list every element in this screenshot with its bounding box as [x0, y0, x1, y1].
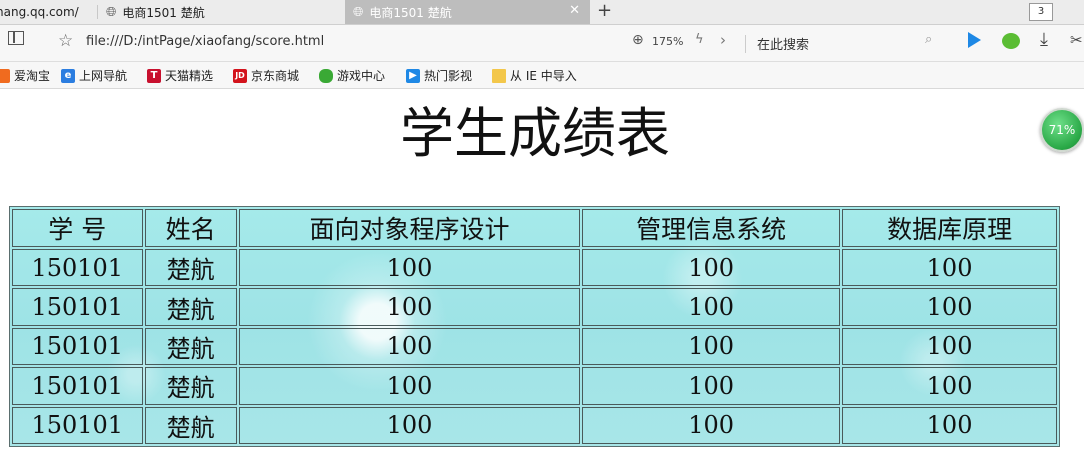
bookmark-item[interactable]: 从 IE 中导入 — [492, 67, 577, 84]
table-cell: 150101 — [12, 288, 143, 326]
tab-bar: hang.qq.com/ 🌐︎ 电商1501 楚航 🌐︎ 电商1501 楚航 ✕… — [0, 0, 1084, 25]
browser-tab-active[interactable]: 🌐︎ 电商1501 楚航 ✕ — [345, 0, 590, 24]
table-cell: 100 — [582, 367, 841, 405]
table-row: 150101 楚航 100 100 100 — [12, 288, 1057, 326]
table-header-row: 学 号 姓名 面向对象程序设计 管理信息系统 数据库原理 — [12, 209, 1057, 247]
table-cell: 150101 — [12, 406, 143, 444]
url-field[interactable]: file:///D:/intPage/xiaofang/score.html — [86, 34, 324, 49]
video-play-icon: ▶ — [406, 68, 420, 83]
bookmark-label: 上网导航 — [79, 69, 128, 83]
table-row: 150101 楚航 100 100 100 — [12, 406, 1057, 444]
taobao-icon — [0, 68, 10, 83]
bookmark-label: 游戏中心 — [337, 69, 386, 83]
scissors-icon[interactable]: ✂ — [1070, 31, 1083, 49]
table-cell: 100 — [238, 288, 581, 326]
address-bar: ☆ file:///D:/intPage/xiaofang/score.html… — [0, 25, 1084, 62]
page-content: 学生成绩表 71% 学 号 姓名 面向对象程序设计 管理信息系统 数据库原理 1… — [0, 89, 1084, 472]
chevron-right-icon[interactable]: › — [720, 31, 726, 49]
table-row: 150101 楚航 100 100 100 — [12, 367, 1057, 405]
play-icon[interactable] — [968, 32, 981, 48]
table-cell: 100 — [582, 288, 841, 326]
tab-divider — [97, 5, 98, 19]
gamepad-icon — [319, 68, 333, 83]
wechat-icon[interactable] — [1002, 33, 1020, 49]
new-tab-icon[interactable]: + — [597, 0, 612, 22]
bookmark-item[interactable]: JD 京东商城 — [233, 67, 299, 84]
table-row: 150101 楚航 100 100 100 — [12, 327, 1057, 366]
lightning-icon[interactable]: ϟ — [695, 32, 704, 47]
table-cell: 100 — [842, 327, 1057, 366]
bookmark-label: 天猫精选 — [165, 69, 214, 83]
sidebar-icon[interactable] — [8, 31, 24, 45]
table-row: 150101 楚航 100 100 100 — [12, 249, 1057, 287]
tab-title: hang.qq.com/ — [0, 5, 79, 19]
table-cell: 100 — [842, 249, 1057, 287]
column-header: 姓名 — [144, 209, 237, 247]
page-title: 学生成绩表 — [400, 102, 670, 165]
bookmark-item[interactable]: 爱淘宝 — [0, 67, 50, 84]
table-cell: 100 — [238, 327, 581, 366]
bookmarks-bar: 爱淘宝 e 上网导航 T 天猫精选 JD 京东商城 游戏中心 ▶ 热门影视 从 … — [0, 62, 1084, 89]
tab-title: 电商1501 楚航 — [122, 5, 205, 20]
bookmark-item[interactable]: e 上网导航 — [61, 67, 127, 84]
bookmark-label: 爱淘宝 — [14, 69, 51, 83]
search-input[interactable]: 在此搜索 — [757, 34, 809, 53]
tab-count-badge[interactable]: 3 — [1029, 3, 1053, 21]
table-cell: 100 — [238, 249, 581, 287]
table-cell: 150101 — [12, 249, 143, 287]
close-icon[interactable]: ✕ — [569, 3, 580, 18]
browser-tab[interactable]: 🌐︎ 电商1501 楚航 — [106, 0, 336, 24]
jd-icon: JD — [233, 68, 247, 83]
table-cell: 100 — [238, 367, 581, 405]
table-cell: 楚航 — [144, 367, 237, 405]
bookmark-item[interactable]: ▶ 热门影视 — [406, 67, 472, 84]
table-cell: 100 — [842, 406, 1057, 444]
table-cell: 150101 — [12, 327, 143, 366]
column-header: 数据库原理 — [842, 209, 1057, 247]
table-cell: 100 — [238, 406, 581, 444]
bookmark-item[interactable]: 游戏中心 — [319, 67, 385, 84]
table-cell: 100 — [582, 249, 841, 287]
table-cell: 楚航 — [144, 249, 237, 287]
column-header: 面向对象程序设计 — [238, 209, 581, 247]
table-cell: 100 — [582, 327, 841, 366]
table-cell: 楚航 — [144, 288, 237, 326]
bookmark-item[interactable]: T 天猫精选 — [147, 67, 213, 84]
table-cell: 100 — [582, 406, 841, 444]
column-header: 管理信息系统 — [582, 209, 841, 247]
tmall-icon: T — [147, 68, 161, 83]
globe-icon: 🌐︎ — [106, 4, 117, 20]
divider — [745, 35, 746, 53]
search-icon[interactable]: ⌕ — [925, 32, 932, 47]
bookmark-label: 从 IE 中导入 — [510, 69, 577, 83]
star-icon[interactable]: ☆ — [58, 31, 73, 51]
bookmark-label: 京东商城 — [251, 69, 300, 83]
table-cell: 100 — [842, 367, 1057, 405]
download-icon[interactable]: ⤓ — [1040, 29, 1048, 50]
table-cell: 楚航 — [144, 406, 237, 444]
column-header: 学 号 — [12, 209, 143, 247]
speed-badge[interactable]: 71% — [1040, 108, 1084, 152]
folder-icon — [492, 68, 506, 83]
tab-title: 电商1501 楚航 — [369, 5, 452, 20]
ie-icon: e — [61, 68, 75, 83]
score-table-container: 学 号 姓名 面向对象程序设计 管理信息系统 数据库原理 150101 楚航 1… — [9, 206, 1060, 447]
table-cell: 楚航 — [144, 327, 237, 366]
zoom-level[interactable]: 175% — [652, 35, 683, 48]
zoom-icon[interactable]: ⊕ — [632, 32, 644, 48]
bookmark-label: 热门影视 — [424, 69, 473, 83]
globe-icon: 🌐︎ — [353, 4, 364, 20]
score-table: 学 号 姓名 面向对象程序设计 管理信息系统 数据库原理 150101 楚航 1… — [10, 207, 1059, 446]
table-cell: 100 — [842, 288, 1057, 326]
browser-tab[interactable]: hang.qq.com/ — [0, 0, 88, 24]
table-cell: 150101 — [12, 367, 143, 405]
